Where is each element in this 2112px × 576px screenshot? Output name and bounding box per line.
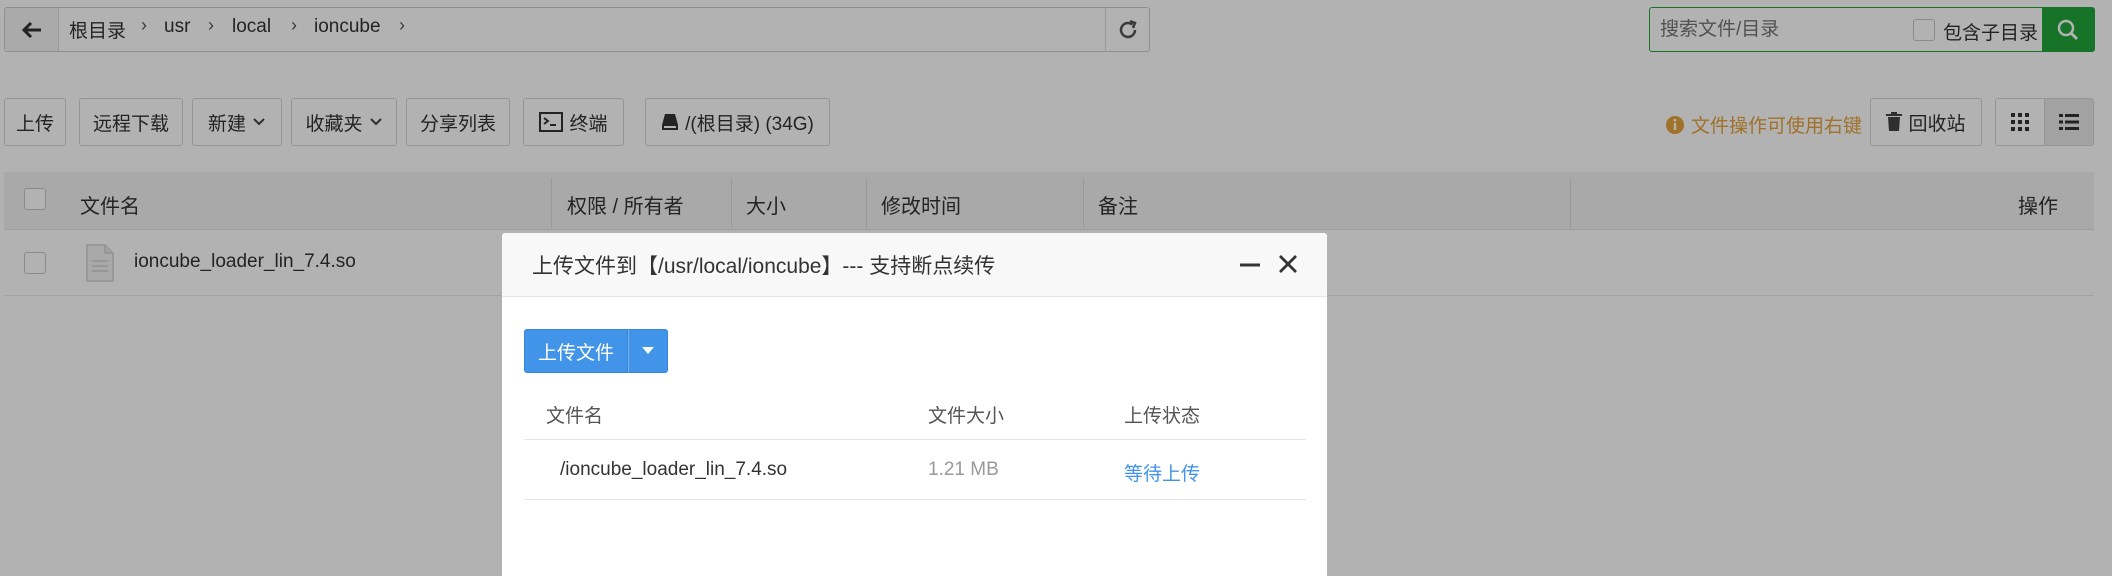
close-button[interactable] xyxy=(1276,252,1300,276)
caret-down-icon xyxy=(642,347,654,354)
upload-dialog: 上传文件到【/usr/local/ioncube】--- 支持断点续传 上传文件… xyxy=(502,233,1327,576)
minimize-button[interactable] xyxy=(1238,252,1262,276)
upload-dropdown-button[interactable] xyxy=(628,329,668,373)
file-size-header: 文件大小 xyxy=(928,406,1005,427)
upload-status-header: 上传状态 xyxy=(1124,406,1201,427)
upload-file-button[interactable]: 上传文件 xyxy=(524,329,628,373)
upload-dialog-header: 上传文件到【/usr/local/ioncube】--- 支持断点续传 xyxy=(502,233,1327,297)
upload-file-label: 上传文件 xyxy=(537,342,614,364)
upload-file-size: 1.21 MB xyxy=(928,459,999,480)
upload-file-name: /ioncube_loader_lin_7.4.so xyxy=(560,459,788,480)
file-name-header: 文件名 xyxy=(546,406,604,427)
upload-file-status: 等待上传 xyxy=(1124,464,1201,485)
close-icon xyxy=(1279,255,1297,273)
minimize-icon xyxy=(1240,263,1260,267)
upload-dialog-title: 上传文件到【/usr/local/ioncube】--- 支持断点续传 xyxy=(532,255,996,278)
